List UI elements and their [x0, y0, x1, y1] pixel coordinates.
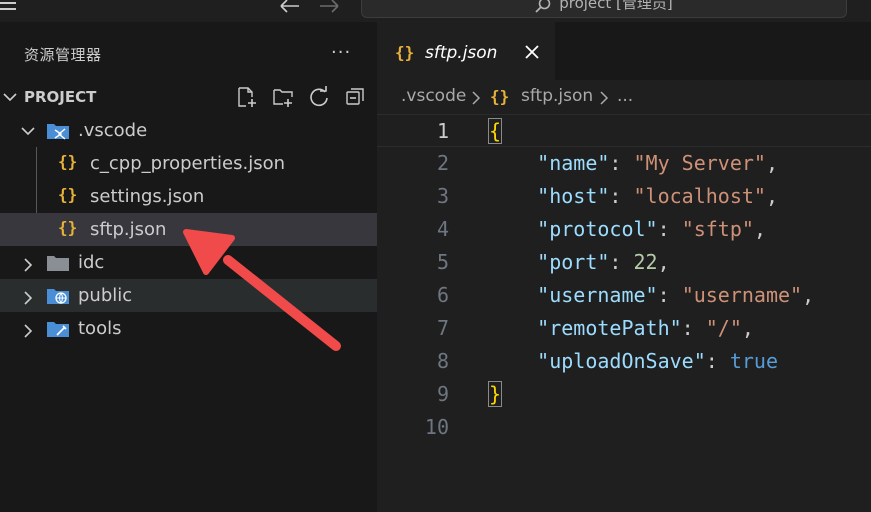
json-value: 22 — [633, 250, 658, 274]
tree-item-label: tools — [78, 318, 122, 339]
code-line: 8 "uploadOnSave": true — [436, 349, 779, 373]
project-section-header[interactable]: PROJECT — [0, 82, 377, 112]
chevron-right-icon — [472, 91, 481, 105]
code-line: 3 "host": "localhost", — [436, 184, 779, 208]
title-bar: project [管理员] — [0, 0, 871, 22]
tree-item-settings[interactable]: {} settings.json — [0, 180, 377, 213]
tree-item-label: c_cpp_properties.json — [90, 153, 286, 174]
tree-item-label: idc — [78, 252, 105, 273]
close-icon[interactable] — [524, 44, 540, 60]
json-file-icon: {} — [490, 87, 510, 106]
tree-item-c-cpp-properties[interactable]: {} c_cpp_properties.json — [0, 147, 377, 180]
tab-label: sftp.json — [425, 43, 498, 63]
json-file-icon: {} — [58, 185, 78, 204]
vscode-folder-icon — [47, 124, 69, 140]
json-value: "/" — [705, 316, 742, 340]
folder-icon — [47, 256, 69, 271]
line-number: 5 — [436, 250, 449, 274]
tree-item-label: public — [78, 285, 133, 306]
more-actions-button[interactable]: ··· — [331, 44, 351, 62]
json-key: "host" — [537, 184, 610, 208]
json-value: "username" — [681, 283, 803, 307]
chevron-right-icon — [600, 91, 609, 105]
new-folder-icon[interactable] — [272, 86, 294, 108]
breadcrumb: .vscode {} sftp.json ... — [377, 80, 871, 114]
line-number: 2 — [436, 151, 449, 175]
line-number: 6 — [436, 283, 449, 307]
json-file-icon: {} — [395, 43, 415, 62]
json-key: "protocol" — [537, 217, 658, 241]
tree-item-label: settings.json — [90, 186, 205, 207]
command-center-search[interactable]: project [管理员] — [361, 0, 847, 18]
json-key: "port" — [537, 250, 610, 274]
collapse-all-icon[interactable] — [344, 86, 366, 108]
json-file-icon: {} — [58, 218, 78, 237]
code-line: 7 "remotePath": "/", — [436, 316, 754, 340]
tree-item-idc[interactable]: idc — [0, 246, 377, 279]
breadcrumb-folder[interactable]: .vscode — [401, 86, 466, 106]
breadcrumb-file[interactable]: sftp.json — [521, 86, 593, 106]
refresh-icon[interactable] — [308, 86, 330, 108]
hamburger-menu-icon[interactable] — [0, 0, 16, 14]
code-editor[interactable]: 1 { 2 "name": "My Server", 3 "host": "loc… — [377, 114, 871, 512]
project-section-label: PROJECT — [24, 88, 97, 106]
line-number: 4 — [436, 217, 449, 241]
json-key: "uploadOnSave" — [537, 349, 706, 373]
public-folder-icon — [47, 289, 69, 304]
line-number: 9 — [436, 382, 449, 406]
chevron-right-icon — [24, 258, 33, 272]
close-brace: } — [487, 381, 503, 407]
breadcrumb-symbol[interactable]: ... — [617, 86, 633, 106]
json-comma: , — [753, 217, 766, 241]
json-comma: , — [765, 151, 779, 175]
json-key: "username" — [537, 283, 658, 307]
json-key: "name" — [537, 151, 610, 175]
command-center-label: project [管理员] — [559, 0, 673, 12]
arrow-right-icon[interactable] — [318, 0, 340, 14]
json-comma: , — [765, 184, 779, 208]
line-number: 10 — [424, 415, 449, 439]
code-line: 9 } — [377, 378, 871, 411]
tree-item-public[interactable]: public — [0, 279, 377, 312]
tree-item-vscode[interactable]: .vscode — [0, 114, 377, 147]
tree-item-sftp[interactable]: {} sftp.json — [0, 213, 377, 246]
json-value: "localhost" — [633, 184, 766, 208]
editor-tab-bar: {} sftp.json — [377, 22, 871, 80]
explorer-sidebar: 资源管理器 ··· PROJECT .vscode {} c_cpp_prope… — [0, 22, 377, 512]
code-line: 5 "port": 22, — [436, 250, 670, 274]
tree-item-label: .vscode — [78, 120, 148, 141]
json-value: "sftp" — [681, 217, 754, 241]
line-number: 7 — [436, 316, 449, 340]
tree-item-tools[interactable]: tools — [0, 312, 377, 345]
json-file-icon: {} — [58, 152, 78, 171]
arrow-left-icon[interactable] — [279, 0, 301, 14]
line-number: 1 — [436, 119, 449, 143]
line-number: 3 — [436, 184, 449, 208]
code-line: 2 "name": "My Server", — [436, 151, 779, 175]
code-line: 6 "username": "username", — [436, 283, 815, 307]
code-line: 1 { — [377, 114, 871, 147]
code-line: 10 — [377, 411, 871, 444]
open-brace: { — [487, 118, 503, 144]
chevron-right-icon — [24, 324, 33, 338]
json-key: "remotePath" — [537, 316, 682, 340]
search-icon — [535, 0, 551, 13]
line-number: 8 — [436, 349, 449, 373]
chevron-right-icon — [24, 291, 33, 305]
code-line: 4 "protocol": "sftp", — [436, 217, 766, 241]
explorer-title: 资源管理器 — [24, 46, 102, 64]
tab-sftp-json[interactable]: {} sftp.json — [377, 22, 555, 80]
tools-folder-icon — [47, 322, 69, 337]
json-value: true — [729, 349, 779, 373]
chevron-down-icon — [3, 93, 17, 102]
new-file-icon[interactable] — [236, 86, 258, 108]
tree-item-label: sftp.json — [90, 219, 167, 240]
json-comma: , — [657, 250, 670, 274]
json-comma: , — [802, 283, 815, 307]
json-value: "My Server" — [633, 151, 766, 175]
chevron-down-icon — [21, 127, 35, 136]
json-comma: , — [741, 316, 754, 340]
